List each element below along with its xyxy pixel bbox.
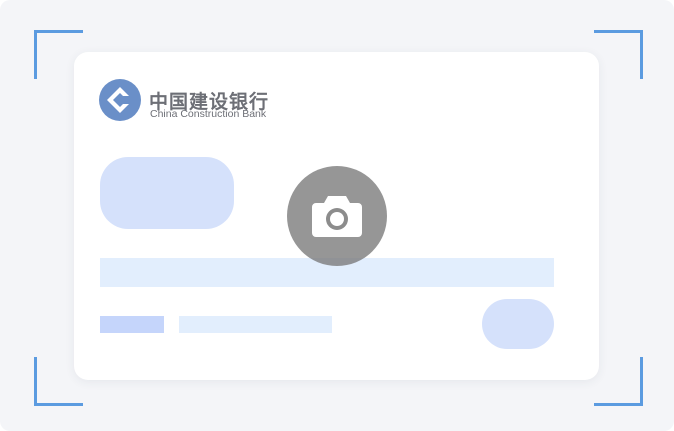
camera-button[interactable] [287,166,387,266]
cardholder-placeholder [179,316,332,333]
card-brand-placeholder [482,299,554,349]
bank-name-english: China Construction Bank [150,108,267,120]
camera-icon [312,196,362,237]
chip-placeholder [100,157,234,229]
ccb-logo-icon [99,79,141,121]
frame-corner-top-right [594,30,643,79]
frame-corner-bottom-right [594,357,643,406]
card-scan-area: 中国建设银行 China Construction Bank [0,0,674,431]
expiry-placeholder [100,316,164,333]
